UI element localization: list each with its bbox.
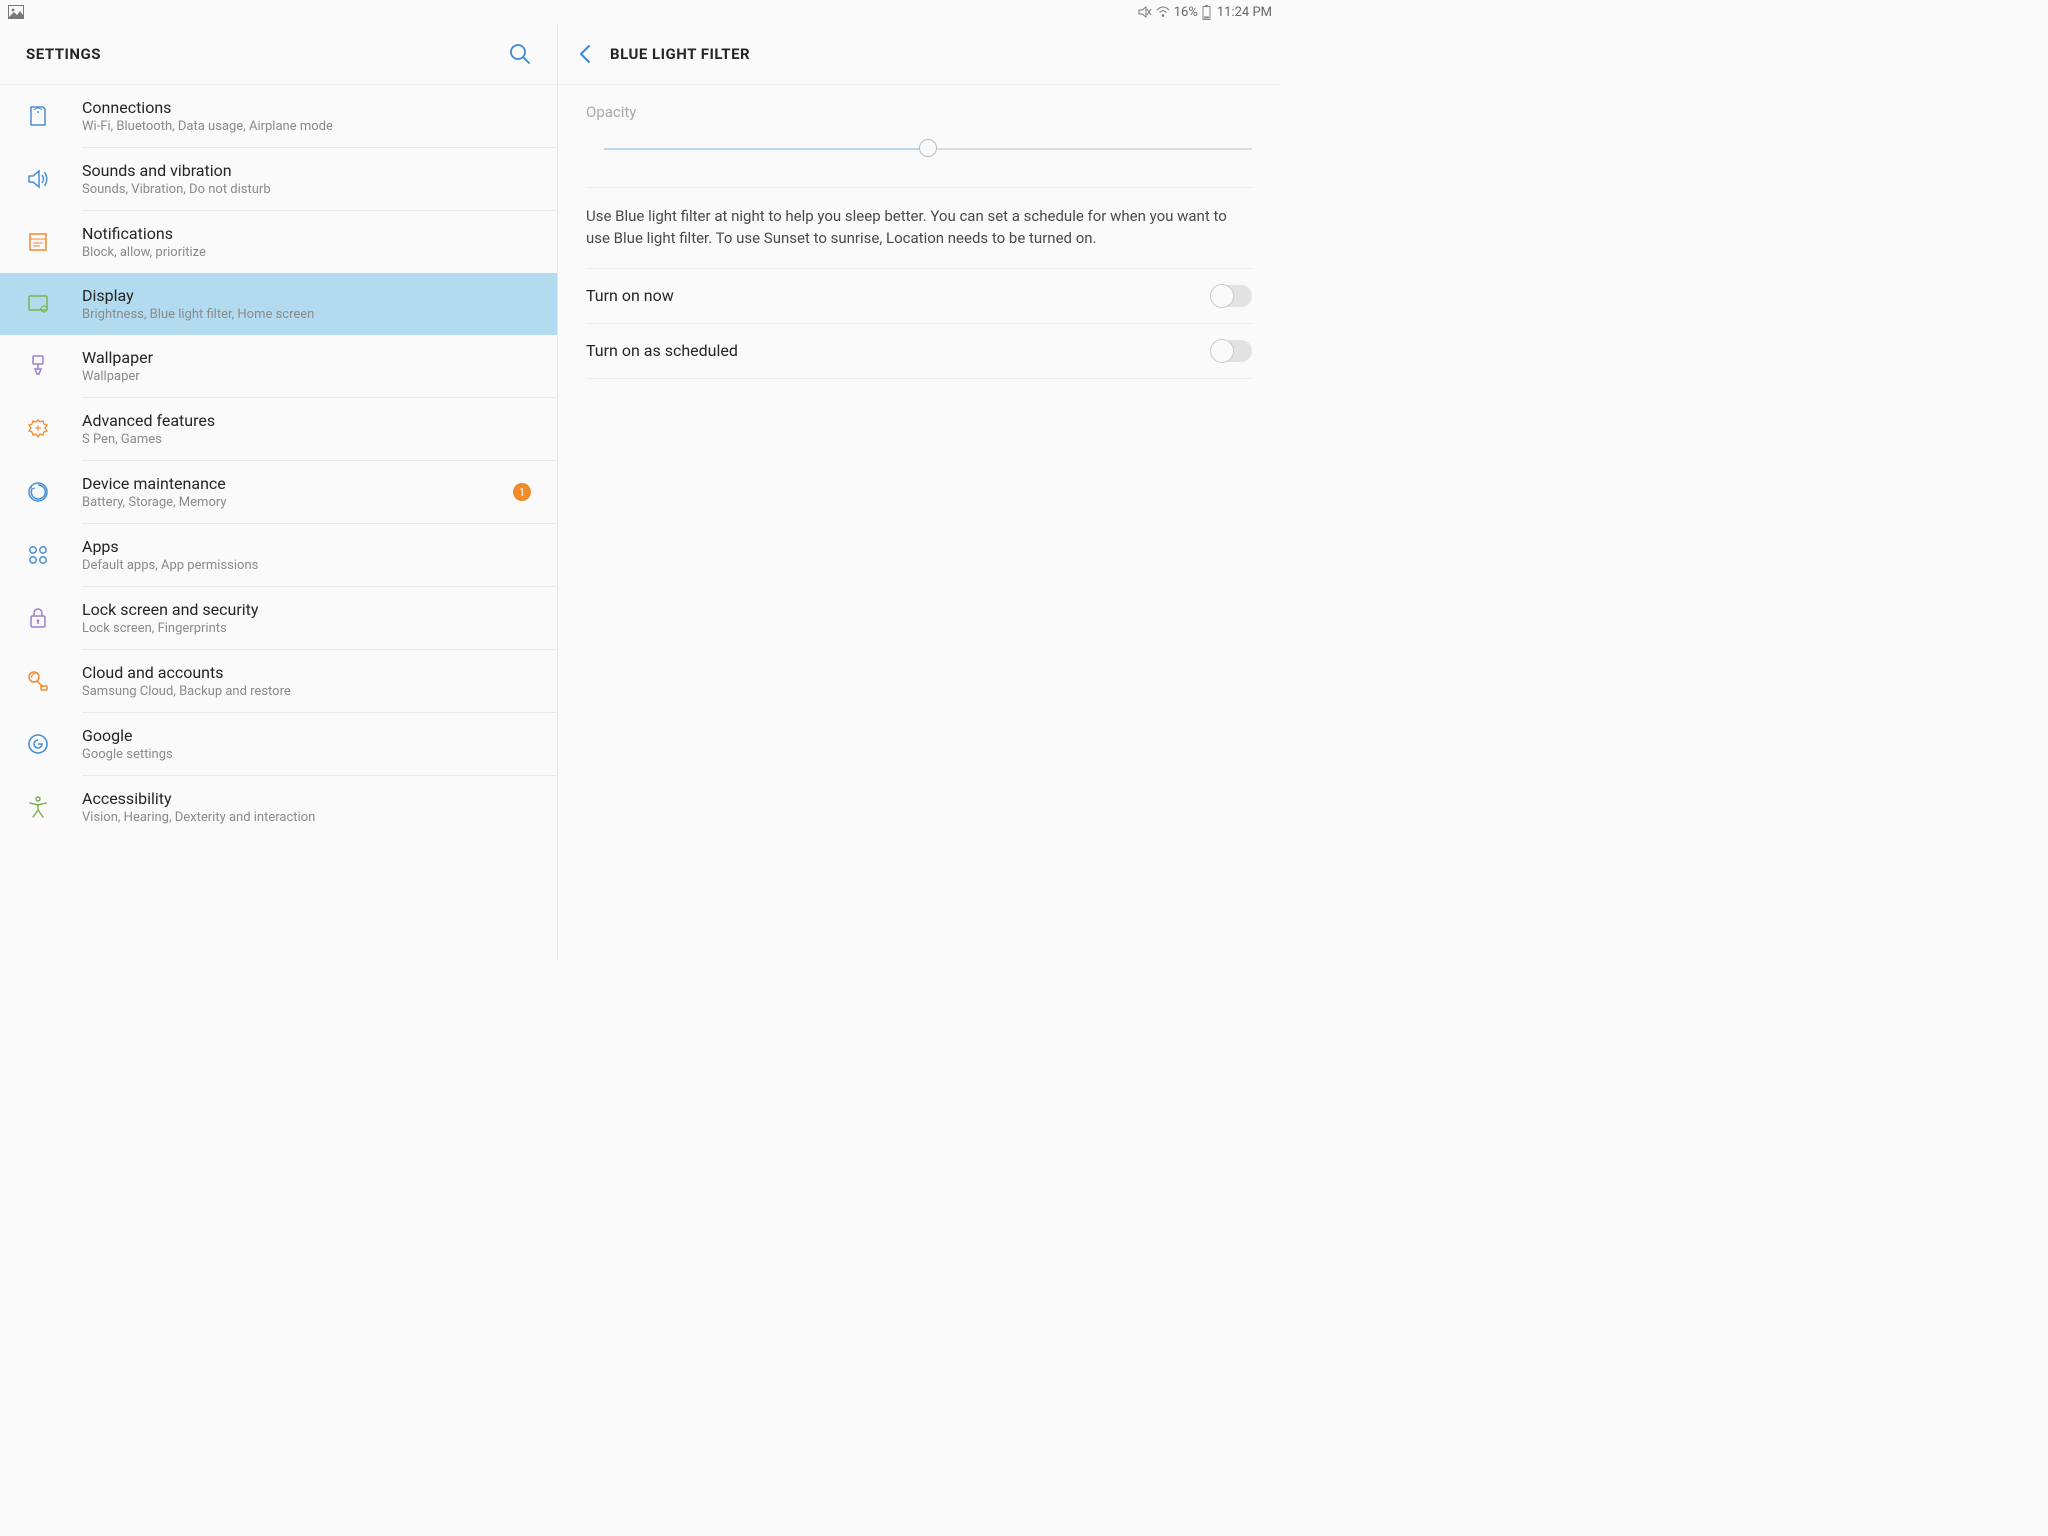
sounds-and-vibration-icon: [26, 167, 82, 191]
sidebar-item-notifications[interactable]: Notifications Block, allow, prioritize: [0, 211, 557, 273]
category-subtitle: Google settings: [82, 747, 539, 762]
category-subtitle: S Pen, Games: [82, 432, 539, 447]
back-button[interactable]: [578, 44, 592, 64]
category-subtitle: Default apps, App permissions: [82, 558, 539, 573]
settings-title: SETTINGS: [26, 45, 101, 63]
category-subtitle: Block, allow, prioritize: [82, 245, 539, 260]
category-title: Wallpaper: [82, 348, 539, 367]
category-subtitle: Vision, Hearing, Dexterity and interacti…: [82, 810, 539, 825]
category-title: Sounds and vibration: [82, 161, 539, 180]
sidebar-item-lock-screen-and-security[interactable]: Lock screen and security Lock screen, Fin…: [0, 587, 557, 649]
search-button[interactable]: [509, 43, 531, 65]
category-subtitle: Sounds, Vibration, Do not disturb: [82, 182, 539, 197]
toggle-row-turn-on-now[interactable]: Turn on now: [586, 269, 1252, 324]
toggle-row-turn-on-as-scheduled[interactable]: Turn on as scheduled: [586, 324, 1252, 379]
opacity-slider[interactable]: [604, 139, 1252, 159]
category-subtitle: Wi-Fi, Bluetooth, Data usage, Airplane m…: [82, 119, 539, 134]
apps-icon: [26, 543, 82, 567]
opacity-label: Opacity: [586, 103, 1252, 121]
connections-icon: [26, 104, 82, 128]
battery-percentage: 16%: [1174, 5, 1198, 20]
toggle-label: Turn on as scheduled: [586, 341, 738, 360]
settings-sidebar: SETTINGS Connections Wi-Fi, Bluetooth, Da…: [0, 24, 558, 960]
sidebar-item-display[interactable]: Display Brightness, Blue light filter, Ho…: [0, 273, 557, 335]
lock-screen-and-security-icon: [26, 606, 82, 630]
sidebar-item-advanced-features[interactable]: Advanced features S Pen, Games: [0, 398, 557, 460]
display-icon: [26, 292, 82, 316]
category-subtitle: Lock screen, Fingerprints: [82, 621, 539, 636]
sidebar-item-accessibility[interactable]: Accessibility Vision, Hearing, Dexterity …: [0, 776, 557, 838]
sidebar-item-apps[interactable]: Apps Default apps, App permissions: [0, 524, 557, 586]
wifi-icon: [1156, 6, 1170, 18]
picture-icon: [8, 5, 24, 19]
detail-title: BLUE LIGHT FILTER: [610, 45, 750, 63]
category-list: Connections Wi-Fi, Bluetooth, Data usage,…: [0, 85, 557, 960]
sidebar-item-device-maintenance[interactable]: Device maintenance Battery, Storage, Memo…: [0, 461, 557, 523]
sidebar-item-sounds-and-vibration[interactable]: Sounds and vibration Sounds, Vibration, D…: [0, 148, 557, 210]
device-maintenance-icon: [26, 480, 82, 504]
notification-badge: 1: [513, 483, 531, 501]
accessibility-icon: [26, 795, 82, 819]
sidebar-item-connections[interactable]: Connections Wi-Fi, Bluetooth, Data usage,…: [0, 85, 557, 147]
category-title: Advanced features: [82, 411, 539, 430]
cloud-and-accounts-icon: [26, 669, 82, 693]
advanced-features-icon: [26, 417, 82, 441]
notifications-icon: [26, 230, 82, 254]
category-subtitle: Wallpaper: [82, 369, 539, 384]
category-title: Google: [82, 726, 539, 745]
category-title: Notifications: [82, 224, 539, 243]
google-icon: [26, 732, 82, 756]
wallpaper-icon: [26, 354, 82, 378]
filter-description: Use Blue light filter at night to help y…: [586, 188, 1252, 269]
sidebar-item-wallpaper[interactable]: Wallpaper Wallpaper: [0, 335, 557, 397]
battery-icon: [1202, 5, 1211, 20]
category-title: Display: [82, 286, 539, 305]
category-title: Accessibility: [82, 789, 539, 808]
settings-header: SETTINGS: [0, 24, 557, 85]
toggle-switch-turn-on-now[interactable]: [1212, 285, 1252, 307]
sidebar-item-cloud-and-accounts[interactable]: Cloud and accounts Samsung Cloud, Backup …: [0, 650, 557, 712]
category-title: Device maintenance: [82, 474, 513, 493]
category-title: Connections: [82, 98, 539, 117]
status-time: 11:24 PM: [1217, 5, 1272, 20]
toggle-switch-turn-on-as-scheduled[interactable]: [1212, 340, 1252, 362]
category-subtitle: Brightness, Blue light filter, Home scre…: [82, 307, 539, 322]
category-title: Cloud and accounts: [82, 663, 539, 682]
toggle-label: Turn on now: [586, 286, 674, 305]
category-title: Lock screen and security: [82, 600, 539, 619]
mute-icon: [1138, 5, 1152, 19]
category-subtitle: Battery, Storage, Memory: [82, 495, 513, 510]
status-bar: 16% 11:24 PM: [0, 0, 1280, 24]
sidebar-item-google[interactable]: Google Google settings: [0, 713, 557, 775]
category-subtitle: Samsung Cloud, Backup and restore: [82, 684, 539, 699]
detail-header: BLUE LIGHT FILTER: [558, 24, 1280, 85]
detail-pane: BLUE LIGHT FILTER Opacity Use Blue light…: [558, 24, 1280, 960]
category-title: Apps: [82, 537, 539, 556]
